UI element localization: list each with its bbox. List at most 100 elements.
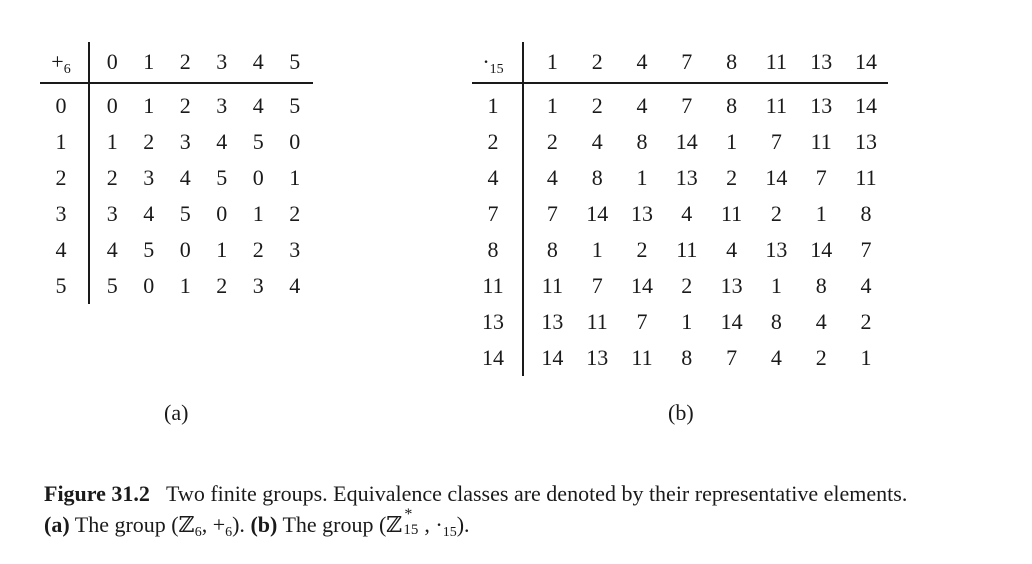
table-cell: 5: [289, 93, 301, 118]
table-cell: 2: [815, 345, 827, 370]
table-cell: 2: [591, 93, 603, 118]
table-cell: 1: [179, 273, 191, 298]
table-cell: 0: [252, 165, 264, 190]
table-cell: 11: [631, 345, 653, 370]
table-cell: 2: [143, 129, 155, 154]
table-cell: 2: [289, 201, 301, 226]
table-cell: 1: [860, 345, 872, 370]
table-cell: 4: [179, 165, 191, 190]
table-cell: 2: [770, 201, 782, 226]
table-cell: 2: [636, 237, 648, 262]
table-cell: 1: [726, 129, 738, 154]
table-cell: 7: [726, 345, 738, 370]
table-cell: 2: [546, 129, 558, 154]
operator-subscript: 6: [63, 62, 71, 77]
table-cell: 4: [216, 129, 228, 154]
table-cell: 0: [216, 201, 228, 226]
table-cell: 1: [546, 93, 558, 118]
table-cell: 0: [289, 129, 301, 154]
table-cell: 14: [675, 129, 698, 154]
row-label: 14: [482, 345, 504, 370]
caption-part-b-math-rest-sub: 15: [442, 525, 457, 540]
table-cell: 4: [681, 201, 693, 226]
table-cell: 5: [143, 237, 155, 262]
table-cell: 7: [591, 273, 603, 298]
table-cell: 14: [854, 93, 877, 118]
table-cell: 1: [289, 165, 301, 190]
row-label: 0: [55, 93, 67, 118]
table-cell: 8: [636, 129, 648, 154]
table-cell: 13: [586, 345, 609, 370]
table-cell: 11: [810, 129, 832, 154]
caption-part-a-prefix: The group (: [74, 512, 179, 537]
table-cell: 13: [630, 201, 653, 226]
table-cell: 7: [815, 165, 827, 190]
row-label: 1: [55, 129, 67, 154]
row-label: 11: [482, 273, 504, 298]
table-cell: 13: [810, 93, 833, 118]
table-cell: 1: [106, 129, 118, 154]
table-cell: 2: [681, 273, 693, 298]
operator-symbol: ·15: [472, 44, 514, 80]
header-cell: 14: [854, 49, 877, 74]
table-cell: 8: [726, 93, 738, 118]
table-cell: 11: [676, 237, 698, 262]
row-label: 13: [482, 309, 504, 334]
figure-number: Figure 31.2: [44, 481, 150, 506]
table-cell: 8: [546, 237, 558, 262]
table-cell: 13: [541, 309, 564, 334]
table-cell: 1: [681, 309, 693, 334]
table-cell: 4: [726, 237, 738, 262]
table-cell: 7: [546, 201, 558, 226]
operator-subscript: 15: [489, 62, 504, 77]
caption-part-b-math-rest: , ·: [424, 512, 443, 537]
table-cell: 0: [179, 237, 191, 262]
table-cell: 7: [860, 237, 872, 262]
table-cell: 8: [860, 201, 872, 226]
operator-main: ·: [482, 49, 490, 74]
row-label: 3: [55, 201, 67, 226]
row-label: 1: [487, 93, 499, 118]
header-cell: 2: [179, 49, 191, 74]
table-cell: 8: [815, 273, 827, 298]
table-cell: 3: [252, 273, 264, 298]
table-horizontal-rule: [40, 82, 313, 84]
table-cell: 4: [636, 93, 648, 118]
header-cell: 2: [591, 49, 603, 74]
table-cell: 2: [179, 93, 191, 118]
table-cell: 14: [586, 201, 609, 226]
operator-symbol: +6: [40, 44, 82, 80]
caption-part-b-scripts: * 15: [402, 506, 424, 540]
table-cell: 14: [720, 309, 743, 334]
header-cell: 4: [636, 49, 648, 74]
table-cell: 13: [720, 273, 743, 298]
header-cell: 11: [765, 49, 787, 74]
row-label: 4: [487, 165, 499, 190]
table-cell: 0: [106, 93, 118, 118]
table-cell: 11: [765, 93, 787, 118]
row-label: 2: [487, 129, 499, 154]
table-cell: 14: [765, 165, 788, 190]
table-cell: 2: [106, 165, 118, 190]
caption-part-b-suffix: ).: [456, 512, 470, 537]
table-cell: 4: [143, 201, 155, 226]
row-label: 7: [487, 201, 499, 226]
caption-part-a-suffix: ).: [232, 512, 245, 537]
row-label: 4: [55, 237, 67, 262]
table-cell: 13: [675, 165, 698, 190]
caption-part-a-math-rest: , +: [201, 512, 226, 537]
table-cell: 14: [810, 237, 833, 262]
panel-label-b: (b): [668, 400, 694, 425]
operator-main: +: [51, 49, 64, 74]
table-cell: 5: [216, 165, 228, 190]
table-cell: 3: [216, 93, 228, 118]
table-cell: 1: [252, 201, 264, 226]
caption-part-a-math-sub: 6: [194, 525, 202, 540]
caption-part-a-label: (a): [44, 512, 70, 537]
table-cell: 4: [252, 93, 264, 118]
table-cell: 2: [860, 309, 872, 334]
table-cell: 1: [636, 165, 648, 190]
caption-part-b-label: (b): [250, 512, 278, 537]
table-cell: 14: [630, 273, 653, 298]
row-label: 8: [487, 237, 499, 262]
